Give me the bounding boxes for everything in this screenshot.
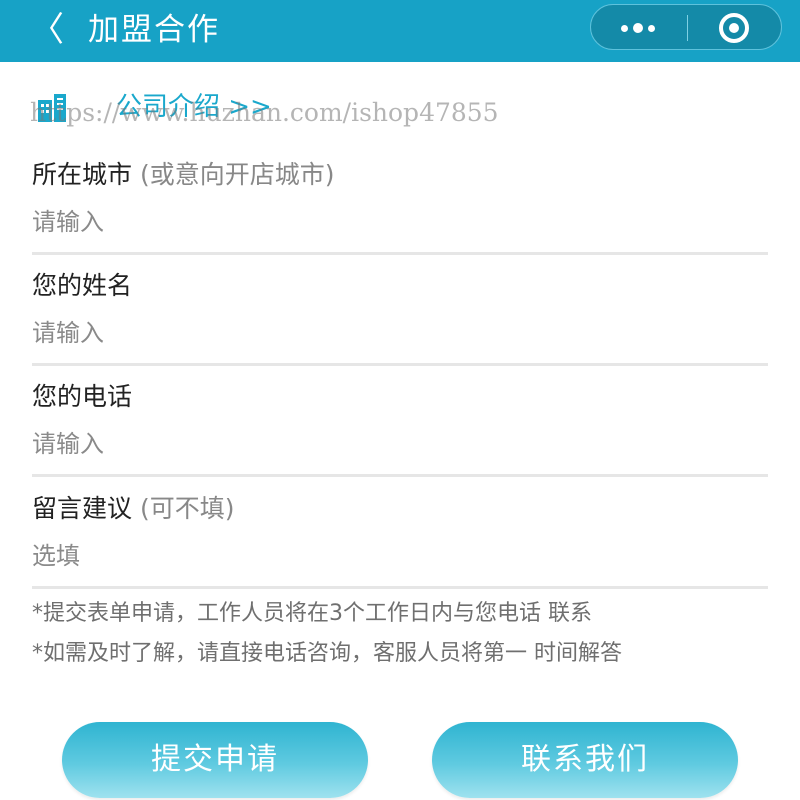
dot	[633, 23, 643, 33]
top-nav-bar: 〈 加盟合作	[0, 0, 800, 62]
field-label: 留言建议 (可不填)	[32, 492, 768, 526]
dot	[648, 25, 655, 32]
target-circle-icon[interactable]	[719, 13, 749, 43]
more-dots-icon[interactable]	[619, 16, 659, 40]
watermark-text: https://www.huzhan.com/ishop47855	[30, 98, 499, 127]
capsule-divider	[687, 15, 688, 41]
field-label-hint: (或意向开店城市)	[132, 160, 335, 189]
field-label-text: 留言建议	[32, 494, 133, 523]
phone-input[interactable]	[32, 426, 732, 462]
field-label-hint: (可不填)	[132, 494, 235, 523]
field-label-text: 所在城市	[32, 160, 133, 189]
mini-program-capsule	[590, 4, 782, 50]
divider	[32, 252, 768, 255]
divider	[32, 363, 768, 366]
field-label-text: 您的电话	[32, 382, 133, 411]
city-input[interactable]	[32, 204, 732, 240]
name-field: 您的姓名	[32, 269, 768, 366]
notice-text: *提交表单申请，工作人员将在3个工作日内与您电话 联系	[32, 601, 592, 626]
divider	[32, 474, 768, 477]
field-label-text: 您的姓名	[32, 271, 133, 300]
notice-text: *如需及时了解，请直接电话咨询，客服人员将第一 时间解答	[32, 641, 622, 666]
field-label: 您的姓名	[32, 269, 768, 303]
submit-application-button[interactable]: 提交申请	[62, 722, 368, 798]
message-field: 留言建议 (可不填)	[32, 492, 768, 589]
name-input[interactable]	[32, 315, 732, 351]
divider	[32, 586, 768, 589]
chevron-left-icon: 〈	[30, 10, 64, 50]
page-title: 加盟合作	[88, 12, 220, 48]
field-label: 您的电话	[32, 380, 768, 414]
back-button[interactable]: 〈	[30, 10, 64, 50]
contact-us-button[interactable]: 联系我们	[432, 722, 738, 798]
field-label: 所在城市 (或意向开店城市)	[32, 158, 768, 192]
message-input[interactable]	[32, 538, 732, 574]
dot	[621, 25, 628, 32]
phone-field: 您的电话	[32, 380, 768, 477]
city-field: 所在城市 (或意向开店城市)	[32, 158, 768, 255]
